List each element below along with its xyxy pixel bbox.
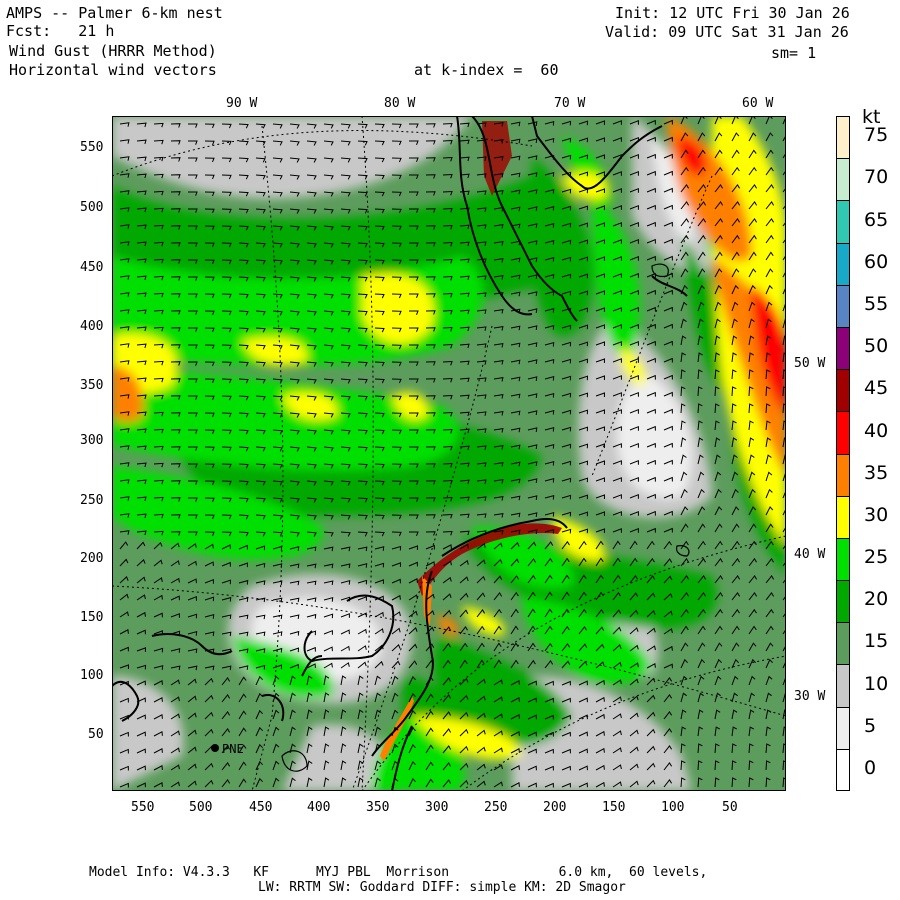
valid-time: Valid: 09 UTC Sat 31 Jan 26 (605, 23, 849, 41)
x-tick-label: 450 (249, 800, 273, 815)
y-tick-label: 100 (80, 668, 104, 683)
x-tick-label: 400 (307, 800, 331, 815)
x-tick-label: 50 (722, 800, 738, 815)
colorbar-swatch (836, 664, 850, 707)
colorbar-unit: kt (862, 106, 881, 128)
colorbar-swatch (836, 580, 850, 623)
y-tick-label: 200 (80, 551, 104, 566)
colorbar-swatch (836, 453, 850, 496)
y-tick-label: 350 (80, 378, 104, 393)
lon-label-right: 30 W (794, 689, 826, 704)
wind-gust-map: PNE (112, 116, 786, 791)
field-name-vectors: Horizontal wind vectors (0, 61, 217, 79)
colorbar-swatch (836, 116, 850, 159)
station-label: PNE (222, 742, 244, 756)
lon-label-top: 80 W (384, 96, 416, 111)
colorbar-swatch (836, 200, 850, 243)
colorbar-swatch (836, 326, 850, 370)
colorbar-label: 5 (864, 714, 877, 737)
lon-label-right: 50 W (794, 356, 826, 371)
model-info-line2: LW: RRTM SW: Goddard DIFF: simple KM: 2D… (258, 880, 626, 895)
x-tick-label: 350 (366, 800, 390, 815)
colorbar-swatch (836, 495, 850, 538)
x-tick-label: 200 (543, 800, 567, 815)
colorbar-label: 50 (864, 335, 889, 358)
y-tick-label: 550 (80, 140, 104, 155)
x-tick-label: 250 (484, 800, 508, 815)
colorbar-label: 60 (864, 250, 889, 273)
x-tick-label: 300 (425, 800, 449, 815)
colorbar-swatch (836, 748, 850, 791)
colorbar-label: 30 (864, 503, 889, 526)
plot-title: AMPS -- Palmer 6-km nest (6, 4, 223, 22)
y-tick-label: 250 (80, 493, 104, 508)
colorbar-label: 0 (864, 757, 877, 779)
y-tick-label: 500 (80, 200, 104, 215)
y-tick-label: 450 (80, 260, 104, 275)
colorbar-label: 15 (864, 630, 889, 653)
station-marker (211, 744, 219, 752)
colorbar-swatch (836, 411, 850, 454)
lon-label-top: 70 W (554, 96, 586, 111)
model-info-line1: Model Info: V4.3.3 KF MYJ PBL Morrison 6… (89, 865, 708, 880)
field-name-gust: Wind Gust (HRRR Method) (0, 42, 217, 60)
x-tick-label: 100 (661, 800, 685, 815)
colorbar-label: 70 (864, 166, 889, 189)
level-label: at k-index = 60 (414, 61, 559, 79)
colorbar-label: 25 (864, 546, 889, 569)
colorbar-label: 35 (864, 461, 889, 484)
y-tick-label: 400 (80, 319, 104, 334)
x-tick-label: 500 (189, 800, 213, 815)
x-tick-label: 150 (602, 800, 626, 815)
y-tick-label: 300 (80, 433, 104, 448)
colorbar-swatch (836, 158, 850, 201)
x-tick-label: 550 (131, 800, 155, 815)
smoothing-label: sm= 1 (771, 44, 817, 62)
colorbar-label: 65 (864, 208, 889, 231)
colorbar-label: 55 (864, 292, 889, 315)
colorbar-swatch (836, 537, 850, 581)
init-time: Init: 12 UTC Fri 30 Jan 26 (615, 4, 850, 22)
colorbar-label: 40 (864, 419, 889, 442)
colorbar-swatch (836, 369, 850, 412)
colorbar-swatch (836, 622, 850, 665)
colorbar-swatch (836, 706, 850, 749)
forecast-hour: Fcst: 21 h (6, 22, 115, 40)
colorbar-label: 45 (864, 377, 889, 400)
colorbar-swatch (836, 284, 850, 327)
y-tick-label: 150 (80, 610, 104, 625)
lon-label-top: 60 W (742, 96, 774, 111)
lon-label-right: 40 W (794, 547, 826, 562)
colorbar-label: 10 (864, 672, 889, 695)
y-tick-label: 50 (88, 727, 104, 742)
colorbar-swatch (836, 242, 850, 285)
lon-label-top: 90 W (226, 96, 258, 111)
colorbar-label: 20 (864, 588, 889, 611)
